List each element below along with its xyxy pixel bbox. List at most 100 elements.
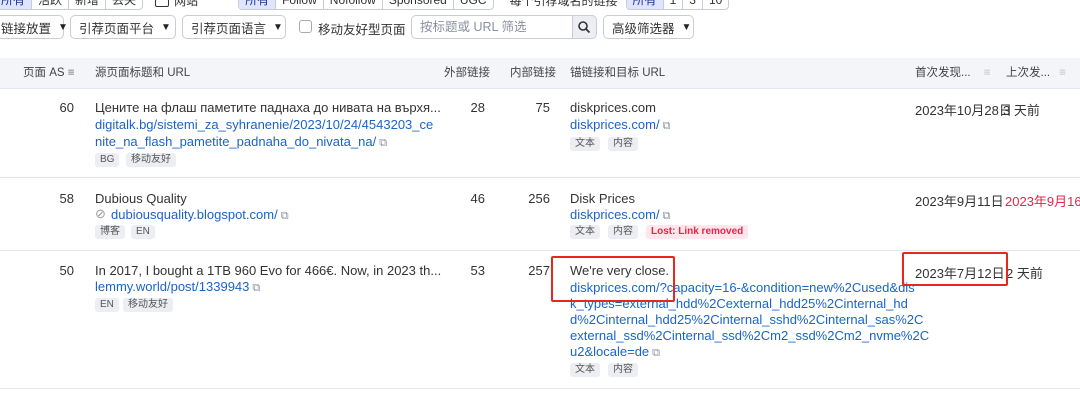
tag: EN (131, 225, 155, 239)
external-link-icon[interactable]: ⧉ (652, 347, 660, 359)
advanced-filter-dropdown[interactable]: 高级筛选器 ▼ (603, 15, 694, 39)
first-seen-value: 2023年9月11日 (915, 194, 1004, 209)
external-links-value: 46 (470, 191, 485, 206)
target-url[interactable]: diskprices.com/⧉ (570, 117, 670, 133)
target-url[interactable]: diskprices.com/⧉ (570, 207, 670, 223)
first-seen-value: 2023年10月28日 (915, 103, 1012, 118)
mobile-friendly-checkbox[interactable] (299, 20, 312, 33)
type-filter-new[interactable]: 新增 (69, 0, 107, 9)
external-link-icon[interactable]: ⧉ (379, 137, 387, 149)
link-type-follow[interactable]: Follow (276, 0, 324, 9)
table-row: 60 Цените на флаш паметите паднаха до ни… (0, 89, 1080, 178)
type-filter: 所有 活跃 新增 丢失 (0, 0, 144, 10)
mobile-friendly-label: 移动友好型页面 (318, 23, 406, 37)
external-links-value: 28 (470, 100, 485, 115)
link-type-filter: 所有 Follow Nofollow Sponsored UGC (238, 0, 494, 10)
external-link-icon[interactable]: ⧉ (663, 210, 671, 222)
internal-links-value: 256 (528, 191, 550, 206)
lost-status-badge: Lost: Link removed (646, 225, 749, 239)
filter-bar: 链接放置 ▼ 引荐页面平台 ▼ 引荐页面语言 ▼ 移动友好型页面 按标题或 UR… (0, 15, 1080, 41)
target-url[interactable]: external_ssd%2Cinternal_ssd%2Cm2_ssd%2Cm… (570, 328, 929, 343)
search-icon (578, 21, 591, 34)
highlight-box-first-seen (902, 252, 1008, 286)
internal-links-value: 257 (528, 263, 550, 278)
toolbar-row: 所有 活跃 新增 丢失 网站 所有 Follow Nofollow Sponso… (0, 0, 730, 10)
page-as-value: 58 (59, 191, 74, 206)
search-button[interactable] (573, 15, 597, 39)
type-filter-active[interactable]: 活跃 (32, 0, 70, 9)
tag: 文本 (570, 225, 600, 239)
per-domain-1[interactable]: 1 (664, 0, 684, 9)
placement-dropdown[interactable]: 链接放置 ▼ (0, 15, 68, 39)
anchor-text: Disk Prices (570, 191, 636, 206)
header-internal-links[interactable]: 内部链接 (510, 58, 556, 88)
highlight-box-anchor (551, 256, 675, 302)
platform-label: 引荐页面平台 (79, 21, 155, 36)
page-as-value: 50 (59, 263, 74, 278)
header-last-seen[interactable]: 上次发... ≡ (1006, 58, 1066, 88)
source-title[interactable]: In 2017, I bought a 1TB 960 Evo for 466€… (95, 263, 441, 278)
table-header: 页面 AS ≡ 源页面标题和 URL 外部链接 内部链接 锚链接和目标 URL … (0, 58, 1080, 89)
per-domain-all[interactable]: 所有 (626, 0, 664, 9)
tag: 移动友好 (123, 298, 173, 312)
source-url[interactable]: lemmy.world/post/1339943 ⧉ (95, 279, 260, 295)
header-source: 源页面标题和 URL (95, 67, 191, 79)
chevron-down-icon: ▼ (161, 21, 171, 33)
target-url[interactable]: d%2Cinternal_hdd25%2Cinternal_sshd%2Cint… (570, 312, 923, 327)
page-as-value: 60 (59, 100, 74, 115)
tag: 内容 (608, 363, 638, 377)
tag: 内容 (608, 225, 638, 239)
external-links-value: 53 (470, 263, 485, 278)
source-title[interactable]: Dubious Quality (95, 191, 187, 206)
per-domain-label: 每个引荐域名的链接 (509, 0, 618, 8)
search-input[interactable]: 按标题或 URL 筛选 (411, 15, 573, 39)
source-url[interactable]: digitalk.bg/sistemi_za_syhranenie/2023/1… (95, 117, 433, 132)
type-filter-lost[interactable]: 丢失 (106, 0, 142, 9)
site-checkbox[interactable] (155, 0, 170, 7)
link-type-ugc[interactable]: UGC (454, 0, 493, 9)
tag: 文本 (570, 363, 600, 377)
header-anchor: 锚链接和目标 URL (570, 67, 666, 79)
tag: EN (95, 298, 119, 312)
tag: 内容 (608, 137, 638, 151)
per-domain-10[interactable]: 10 (703, 0, 728, 9)
tag: 移动友好 (126, 153, 176, 167)
platform-dropdown[interactable]: 引荐页面平台 ▼ (70, 15, 176, 39)
sort-icon: ≡ (1059, 67, 1067, 79)
language-label: 引荐页面语言 (191, 21, 267, 36)
chevron-down-icon: ▼ (273, 21, 283, 33)
target-url[interactable]: u2&locale=de ⧉ (570, 344, 660, 360)
tag: 博客 (95, 225, 125, 239)
internal-links-value: 75 (535, 100, 550, 115)
source-title[interactable]: Цените на флаш паметите паднаха до ниват… (95, 100, 441, 115)
header-external-links[interactable]: 外部链接 (444, 58, 490, 88)
last-seen-value: 3 天前 (1003, 103, 1040, 118)
chevron-down-icon: ▼ (681, 21, 692, 33)
language-dropdown[interactable]: 引荐页面语言 ▼ (182, 15, 286, 39)
link-type-nofollow[interactable]: Nofollow (324, 0, 383, 9)
per-domain-filter: 所有 1 3 10 (625, 0, 730, 10)
chevron-down-icon: ▼ (58, 21, 68, 33)
type-filter-all[interactable]: 所有 (0, 0, 33, 9)
source-url[interactable]: nite_na_flash_pametite_padnaha_do_nivata… (95, 134, 387, 150)
header-first-seen[interactable]: 首次发现... ≡ (915, 58, 991, 88)
external-link-icon[interactable]: ⧉ (252, 282, 260, 294)
sort-icon: ≡ (67, 67, 75, 79)
last-seen-value: 2 天前 (1006, 266, 1043, 281)
external-link-icon[interactable]: ⧉ (281, 210, 289, 222)
link-type-sponsored[interactable]: Sponsored (383, 0, 454, 9)
source-url[interactable]: dubiousquality.blogspot.com/⧉ (111, 207, 289, 223)
placement-label: 链接放置 (1, 21, 52, 36)
last-seen-value: 2023年9月16日 (1005, 194, 1080, 209)
advanced-filter-label: 高级筛选器 (612, 21, 675, 36)
site-checkbox-label: 网站 (174, 0, 199, 8)
tag: BG (95, 153, 120, 167)
per-domain-3[interactable]: 3 (683, 0, 703, 9)
external-link-icon[interactable]: ⧉ (663, 120, 671, 132)
sort-icon: ≡ (983, 67, 991, 79)
search-placeholder: 按标题或 URL 筛选 (420, 20, 527, 34)
header-page-as[interactable]: 页面 AS ≡ (23, 58, 74, 88)
tag: 文本 (570, 137, 600, 151)
link-type-all[interactable]: 所有 (239, 0, 277, 9)
table-row: 58 Dubious Quality ⊘ dubiousquality.blog… (0, 178, 1080, 251)
